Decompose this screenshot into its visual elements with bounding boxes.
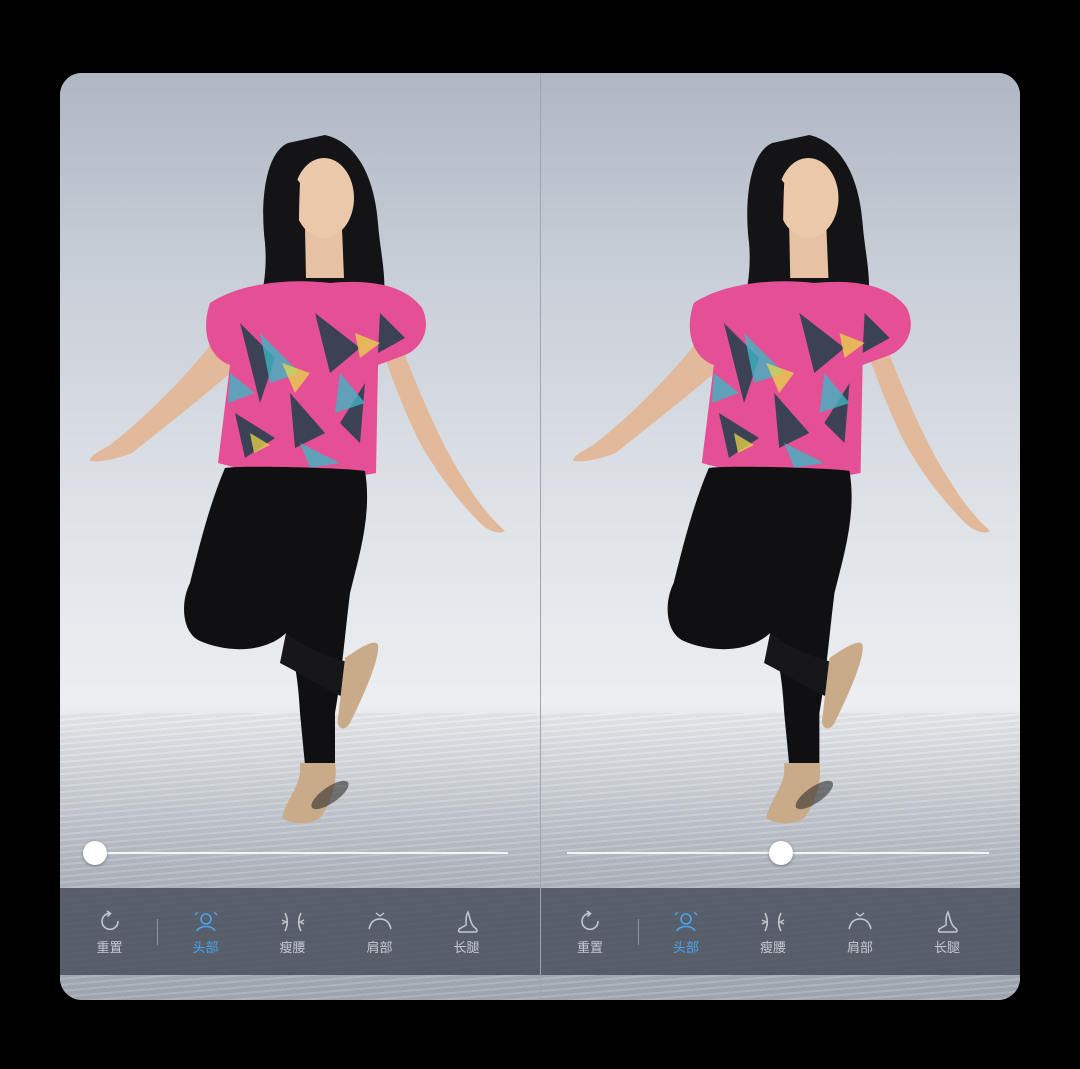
reset-label: 重置: [576, 940, 603, 956]
tool-shoulder-label: 肩部: [846, 940, 873, 956]
after-panel: 重置 头部 瘦腰 肩部 长腿: [539, 73, 1020, 1000]
tool-waist[interactable]: 瘦腰: [730, 907, 817, 957]
comparison-frame: 重置 头部 瘦腰 肩部 长腿 重置 头部 瘦腰 肩部 长腿: [60, 73, 1020, 1000]
reset-label: 重置: [96, 940, 123, 956]
tool-legs-label: 长腿: [453, 940, 480, 956]
tool-shoulder[interactable]: 肩部: [817, 907, 904, 957]
reset-button[interactable]: 重置: [547, 907, 634, 957]
tool-head-label: 头部: [672, 940, 699, 956]
reset-icon: [581, 909, 599, 930]
tool-waist-label: 瘦腰: [279, 940, 306, 956]
before-panel: 重置 头部 瘦腰 肩部 长腿: [60, 73, 540, 1000]
head-icon: [194, 911, 217, 931]
shoulder-icon: [848, 911, 872, 929]
tool-shoulder[interactable]: 肩部: [336, 907, 423, 957]
high-heel-icon: [937, 909, 958, 933]
bottom-toolbar: 重置 头部 瘦腰 肩部 长腿: [60, 888, 540, 975]
toolbar-divider: [157, 918, 158, 945]
tool-head[interactable]: 头部: [162, 907, 249, 957]
head-icon: [674, 911, 698, 931]
tool-legs-label: 长腿: [933, 940, 960, 956]
tool-shoulder-label: 肩部: [366, 940, 393, 956]
high-heel-icon: [457, 909, 478, 933]
waist-icon: [281, 912, 304, 931]
shoulder-icon: [367, 911, 392, 929]
tool-legs[interactable]: 长腿: [423, 907, 510, 957]
reset-button[interactable]: 重置: [66, 907, 153, 957]
adjust-slider-knob[interactable]: [768, 841, 793, 865]
tool-legs[interactable]: 长腿: [904, 907, 991, 957]
toolbar-divider: [637, 918, 639, 945]
tool-head-label: 头部: [192, 940, 219, 956]
tool-waist[interactable]: 瘦腰: [249, 907, 336, 957]
waist-icon: [761, 912, 785, 931]
adjust-slider-knob[interactable]: [83, 841, 107, 865]
bottom-toolbar: 重置 头部 瘦腰 肩部 长腿: [540, 888, 1020, 975]
adjust-slider-track[interactable]: [86, 852, 508, 854]
tool-head[interactable]: 头部: [643, 907, 730, 957]
photo-subject: [90, 135, 505, 824]
tool-waist-label: 瘦腰: [759, 940, 786, 956]
reset-icon: [100, 909, 119, 930]
